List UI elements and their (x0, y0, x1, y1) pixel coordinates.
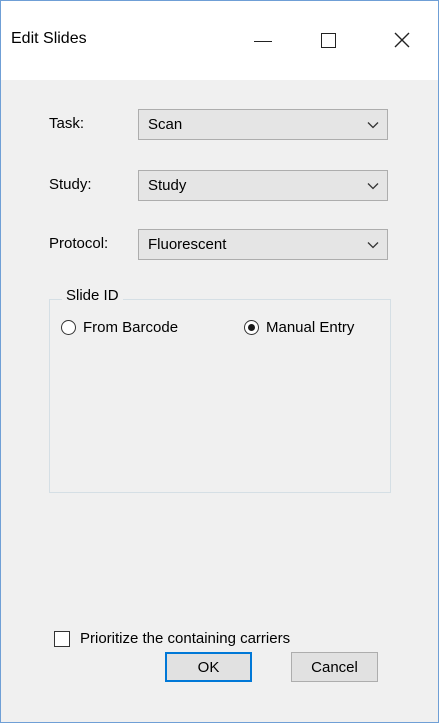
minimize-button[interactable] (240, 17, 286, 63)
from-barcode-label: From Barcode (83, 319, 179, 336)
chevron-down-icon (359, 182, 387, 190)
protocol-value: Fluorescent (148, 236, 227, 253)
study-label: Study: (49, 176, 92, 193)
protocol-label: Protocol: (49, 235, 109, 252)
maximize-button[interactable] (305, 17, 351, 63)
edit-slides-window: Edit Slides Task: Scan Study: Study Prot… (0, 0, 439, 723)
study-dropdown[interactable]: Study (138, 170, 388, 201)
from-barcode-radio[interactable]: From Barcode (61, 319, 178, 336)
minimize-icon (254, 40, 272, 42)
cancel-button[interactable]: Cancel (291, 652, 378, 682)
title-bar: Edit Slides (1, 1, 438, 80)
task-value: Scan (148, 116, 183, 133)
close-button[interactable] (379, 17, 425, 63)
checkbox-unchecked-icon (54, 630, 70, 647)
study-value: Study (148, 177, 187, 194)
chevron-down-icon (359, 241, 387, 249)
prioritize-checkbox[interactable]: Prioritize the containing carriers (54, 630, 290, 647)
manual-entry-label: Manual Entry (266, 319, 355, 336)
slide-id-legend: Slide ID (62, 287, 123, 304)
manual-entry-radio[interactable]: Manual Entry (244, 319, 354, 336)
task-label: Task: (49, 115, 85, 132)
prioritize-label: Prioritize the containing carriers (80, 630, 291, 647)
radio-unselected-icon (61, 320, 76, 335)
close-icon (394, 32, 410, 48)
window-title: Edit Slides (11, 30, 87, 47)
radio-selected-icon (244, 320, 259, 335)
chevron-down-icon (359, 121, 387, 129)
task-dropdown[interactable]: Scan (138, 109, 388, 140)
maximize-icon (320, 32, 336, 48)
protocol-dropdown[interactable]: Fluorescent (138, 229, 388, 260)
ok-button[interactable]: OK (165, 652, 252, 682)
